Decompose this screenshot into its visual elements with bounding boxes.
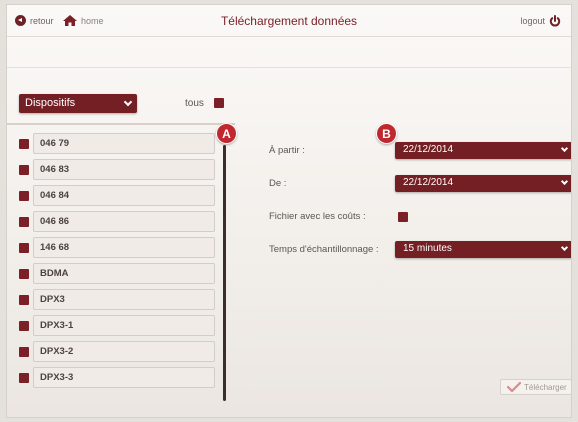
list-item[interactable]: DPX3 [7, 287, 219, 313]
callout-badge-a: A [216, 123, 237, 144]
chevron-down-icon [560, 243, 569, 252]
device-label: DPX3-3 [33, 367, 215, 388]
check-icon [507, 382, 521, 392]
device-select[interactable]: Dispositifs [19, 94, 137, 113]
device-label: DPX3-1 [33, 315, 215, 336]
device-list: 046 79 046 83 046 84 046 86 146 68 BDMA … [7, 131, 237, 393]
chevron-down-icon [560, 177, 569, 186]
device-checkbox[interactable] [19, 373, 29, 383]
logout-button[interactable]: logout [520, 15, 561, 27]
header-bar: retour home Téléchargement données logou… [7, 5, 571, 37]
chevron-down-icon [560, 144, 569, 153]
device-label: 046 79 [33, 133, 215, 154]
device-checkbox[interactable] [19, 295, 29, 305]
device-checkbox[interactable] [19, 321, 29, 331]
device-label: DPX3-2 [33, 341, 215, 362]
device-checkbox[interactable] [19, 243, 29, 253]
list-item[interactable]: DPX3-1 [7, 313, 219, 339]
sampling-value: 15 minutes [403, 243, 452, 254]
select-all-checkbox[interactable] [214, 98, 224, 108]
download-label: Télécharger [524, 382, 567, 392]
sampling-label: Temps d'échantillonnage : [269, 244, 379, 255]
device-label: 046 84 [33, 185, 215, 206]
device-label: 146 68 [33, 237, 215, 258]
from-date-select[interactable]: 22/12/2014 [395, 142, 571, 159]
select-all-label: tous [185, 98, 204, 109]
app-window: retour home Téléchargement données logou… [6, 4, 572, 418]
page-title: Téléchargement données [220, 14, 358, 28]
device-select-value: Dispositifs [25, 97, 76, 109]
to-date-label: De : [269, 178, 287, 189]
device-label: 046 83 [33, 159, 215, 180]
logout-label: logout [520, 16, 545, 26]
download-button[interactable]: Télécharger [500, 379, 571, 395]
list-item[interactable]: 146 68 [7, 235, 219, 261]
list-item[interactable]: 046 79 [7, 131, 219, 157]
costs-checkbox[interactable] [398, 212, 408, 222]
list-item[interactable]: DPX3-3 [7, 365, 219, 391]
sampling-select[interactable]: 15 minutes [395, 241, 571, 258]
device-checkbox[interactable] [19, 165, 29, 175]
to-date-select[interactable]: 22/12/2014 [395, 175, 571, 192]
sub-divider [7, 67, 571, 68]
list-item[interactable]: 046 84 [7, 183, 219, 209]
device-label: DPX3 [33, 289, 215, 310]
device-checkbox[interactable] [19, 191, 29, 201]
list-divider [7, 123, 235, 125]
device-checkbox[interactable] [19, 269, 29, 279]
device-label: 046 86 [33, 211, 215, 232]
list-scrollbar[interactable] [223, 145, 226, 401]
device-checkbox[interactable] [19, 139, 29, 149]
list-item[interactable]: BDMA [7, 261, 219, 287]
costs-label: Fichier avec les coûts : [269, 211, 366, 222]
callout-badge-b: B [376, 123, 397, 144]
device-checkbox[interactable] [19, 347, 29, 357]
list-item[interactable]: 046 83 [7, 157, 219, 183]
list-item[interactable]: DPX3-2 [7, 339, 219, 365]
device-label: BDMA [33, 263, 215, 284]
power-icon [549, 15, 561, 27]
list-item[interactable]: 046 86 [7, 209, 219, 235]
from-date-value: 22/12/2014 [403, 144, 454, 155]
chevron-down-icon [123, 97, 133, 107]
from-date-label: À partir : [269, 145, 305, 156]
device-checkbox[interactable] [19, 217, 29, 227]
to-date-value: 22/12/2014 [403, 177, 454, 188]
